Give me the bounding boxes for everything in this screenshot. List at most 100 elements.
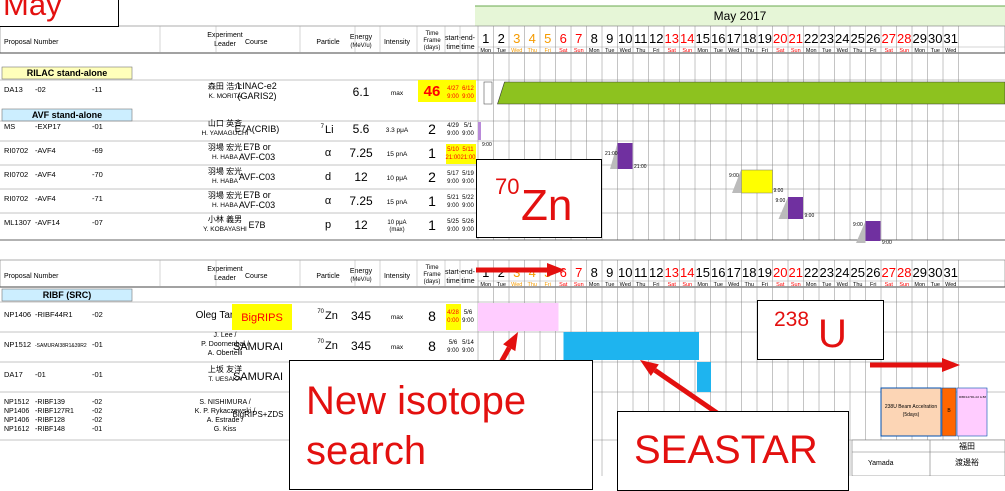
table1-row-2-intensity: 15 pnA: [387, 151, 408, 158]
table2-day-20: 20: [773, 265, 787, 280]
table1-row-4-course1: E7B or: [243, 190, 271, 200]
table2-day-23: 23: [820, 265, 834, 280]
ribf-row-0-p2: -RIBF44R1: [35, 310, 73, 319]
table2-day-21: 21: [789, 265, 803, 280]
table1-row-1-end-t: 9:00: [462, 131, 474, 137]
table1-row-5-end-d: 5/26: [462, 219, 474, 225]
seastar-text: SEASTAR: [634, 430, 818, 470]
table1-row-3-energy: 12: [354, 170, 368, 184]
table1-row-4-particle: α: [325, 195, 332, 207]
table1-row-2-start-d: 5/10: [447, 147, 459, 153]
ribf-row-1-start-d: 5/6: [449, 340, 458, 346]
table1-day-29: 29: [913, 31, 927, 46]
ribf-row-2-p1: DA17: [4, 370, 23, 379]
ribf-row-1-particle-symbol: Zn: [325, 340, 338, 352]
table1-header-energy-2: (MeV/u): [350, 43, 371, 49]
u-beam-box-line1: 238U Beam Accelration: [885, 404, 937, 410]
ribf-row-3-p1-1: NP1406: [4, 408, 29, 415]
table2-day-13: 13: [665, 265, 679, 280]
table2-header-course: Course: [245, 273, 268, 280]
table1-header-energy-1: Energy: [350, 34, 373, 41]
ribf-row-0-particle-symbol: Zn: [325, 310, 338, 322]
table1-row-4-intensity: 15 pnA: [387, 199, 408, 206]
table1-row-3-particle: d: [325, 171, 331, 183]
table1-day-1: 1: [482, 31, 489, 46]
avf-row4-end-label: 9:00: [805, 213, 815, 219]
seastar-callout: SEASTAR: [617, 411, 849, 491]
table1-row-0-days: 46: [424, 83, 441, 100]
table1-day-30: 30: [928, 31, 942, 46]
table2-day-8: 8: [591, 265, 598, 280]
table1-day-5: 5: [544, 31, 551, 46]
table1-day-20: 20: [773, 31, 787, 46]
table1-row-1-particle-symbol: Li: [325, 124, 334, 136]
table1-row-5-leader-jp: 小林 義男: [208, 214, 242, 224]
table1-row-0-p1: DA13: [4, 85, 23, 94]
new-isotope-line2: search: [306, 431, 426, 471]
table1-day-31: 31: [944, 31, 958, 46]
table2-day-14: 14: [680, 265, 694, 280]
ribf-row-1-p3: -01: [92, 340, 103, 349]
table1-day-11: 11: [634, 31, 648, 46]
ribf-row-1-intensity: max: [391, 344, 404, 351]
table2-header-end-1: end-: [461, 269, 476, 276]
ribf-row-1-start-t: 9:00: [447, 348, 459, 354]
table2-day-19: 19: [758, 265, 772, 280]
table1-row-3-end-t: 9:00: [462, 179, 474, 185]
ribf-row-0-intensity: max: [391, 314, 404, 321]
calendar-month-year: May 2017: [714, 9, 767, 23]
table1-row-1-energy: 5.6: [353, 122, 370, 136]
table1-day-27: 27: [882, 31, 896, 46]
table1-row-1-p1: MS: [4, 122, 15, 131]
ribf-row-3-p1-0: NP1512: [4, 399, 29, 406]
table2-day-15: 15: [696, 265, 710, 280]
table1-row-2-p1: RI0702: [4, 146, 28, 155]
ribf-row-1-end-t: 9:00: [462, 348, 474, 354]
table1-day-2: 2: [498, 31, 505, 46]
table2-day-24: 24: [835, 265, 849, 280]
ribf-row-3-p2-0: -RIBF139: [35, 399, 65, 406]
ribf-row-3-p1-2: NP1406: [4, 417, 29, 424]
ribf-row-1-energy: 345: [351, 339, 371, 353]
table2-day-28: 28: [897, 265, 911, 280]
table1-row-0-p3: -11: [92, 85, 102, 94]
ribf-row-3-p3-2: -02: [92, 417, 102, 424]
table1-row-4-leader-jp: 羽場 宏光: [208, 190, 242, 200]
table1-row-1-p2: -EXP17: [35, 122, 61, 131]
table1-row-1-course1: E7A(CRIB): [235, 124, 280, 134]
table1-header-tf-1: Time: [425, 31, 439, 37]
table1-day-12: 12: [649, 31, 663, 46]
table1-row-0-start-d: 4/27: [447, 86, 459, 92]
schedule-slide: May 201712345678910111213141516171819202…: [0, 0, 1005, 476]
table2-day-25: 25: [851, 265, 865, 280]
table1-day-8: 8: [591, 31, 598, 46]
table2-header-leader-2: Leader: [214, 275, 236, 282]
table1-header-start-2: time: [446, 44, 459, 51]
table1-row-4-start-d: 5/21: [447, 195, 459, 201]
table1-row-5-start-d: 5/25: [447, 219, 459, 225]
table1-row-3-start-d: 5/17: [447, 171, 459, 177]
avf-row2-end-label: 21:00: [634, 164, 647, 170]
table1-row-2-end-t: 21:00: [460, 155, 476, 161]
table1-row-5-particle: p: [325, 219, 331, 231]
table1-day-18: 18: [742, 31, 756, 46]
table2-day-9: 9: [606, 265, 613, 280]
ribf-section-label: RIBF (SRC): [43, 290, 92, 300]
avf-row5-start-label: 9:00: [853, 222, 863, 228]
table1-row-0-start-t: 9:00: [447, 94, 459, 100]
table1-row-2-p2: -AVF4: [35, 146, 56, 155]
table1-row-4-leader-en: H. HABA: [212, 202, 239, 209]
table1-header-proposal: Proposal Number: [4, 39, 59, 46]
ribf-row-0-days: 8: [428, 308, 436, 324]
table1-row-3-p2: -AVF4: [35, 170, 56, 179]
ribf-row-0-particle-mass: 70: [317, 309, 324, 315]
ribf-row-3-leader-3: G. Kiss: [214, 426, 237, 433]
table2-header-particle: Particle: [316, 273, 339, 280]
table1-row-0-course1: LINAC-e2: [237, 81, 277, 91]
ribf-row-0-p1: NP1406: [4, 310, 31, 319]
table1-day-14: 14: [680, 31, 694, 46]
table1-row-4-end-t: 9:00: [462, 203, 474, 209]
new-isotope-arrow-head: [503, 332, 518, 351]
ribf-row-1-p2: -SAMURAI38R1&39R2: [35, 343, 87, 349]
footer-name-jp: 福田: [959, 442, 975, 451]
